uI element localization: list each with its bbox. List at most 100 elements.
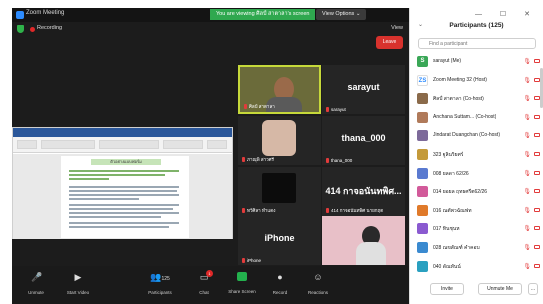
participant-row[interactable]: 016 ณตัพวฉัณฟท 🎙 [417, 204, 543, 219]
ribbon-group [99, 140, 159, 149]
participant-row[interactable]: 028 ณขสัณฑ์ คำคอบ 🎙 [417, 241, 543, 256]
video-tile[interactable]: ทวีศิลา ทำแดง [238, 167, 321, 216]
participant-row[interactable]: 323 ฐูลินริยศร์ 🎙 [417, 148, 543, 163]
tile-display-name: sarayut [347, 82, 380, 92]
avatar [417, 130, 428, 142]
muted-mic-icon [242, 208, 245, 213]
muted-mic-icon[interactable]: 🎙 [523, 263, 531, 270]
tile-name: sarayut [326, 107, 346, 112]
video-tile[interactable]: iPhone iPhone [238, 216, 321, 265]
video-off-icon[interactable] [534, 133, 540, 138]
window-controls[interactable]: — ☐ ✕ [475, 10, 538, 18]
muted-mic-icon[interactable]: 🎙 [523, 77, 531, 84]
video-off-icon[interactable] [534, 189, 540, 194]
record-icon: ● [277, 272, 283, 282]
view-options-button[interactable]: View Options ⌄ [316, 9, 367, 20]
text-line [69, 190, 177, 192]
participant-row[interactable]: ZS Zoom Meeting 32 (Host) 🎙 [417, 74, 543, 89]
video-off-icon[interactable] [534, 245, 540, 249]
muted-mic-icon[interactable]: 🎙 [523, 207, 531, 214]
more-button[interactable]: ... [528, 283, 538, 295]
participant-search-input[interactable] [418, 38, 536, 49]
video-tile[interactable]: thana_000 thana_000 [322, 116, 405, 165]
participant-row[interactable]: Anchana Suttam... (Co-host) 🎙 [417, 111, 543, 126]
video-tile[interactable]: ภาณุพิ สาวศรี [238, 116, 321, 165]
participant-row[interactable]: 014 ยอยล ฤทธศรีต62/26 🎙 [417, 185, 543, 200]
word-title-bar [13, 128, 232, 137]
tile-name: 414 กาจอนันทพิศ นายกฤต [326, 207, 383, 214]
participant-row[interactable]: Ssarayut (Me) 🎙 [417, 55, 543, 70]
tile-name: ศิลป์ สาตาลา [244, 103, 275, 110]
participants-icon: 👥125 [150, 272, 170, 282]
chat-badge: 1 [206, 270, 213, 277]
video-off-icon[interactable] [534, 152, 540, 156]
video-off-icon[interactable] [534, 170, 540, 175]
muted-mic-icon [242, 258, 245, 263]
chat-button[interactable]: ▭ 1 Chat [184, 270, 224, 295]
participant-row[interactable]: ศิลป์ สาตาลา (Co-host) 🎙 [417, 92, 543, 107]
ribbon-group [41, 140, 95, 149]
meeting-toolbar: 🎤 Unmute ▶ Start Video 👥125 Participants… [12, 266, 409, 304]
text-line [69, 170, 179, 172]
muted-mic-icon[interactable]: 🎙 [523, 151, 531, 158]
video-off-icon[interactable] [534, 114, 540, 119]
participants-button[interactable]: 👥125 Participants [140, 272, 180, 295]
recording-label[interactable]: Recording [37, 25, 62, 31]
participant-row[interactable]: 008 ยลดา 62/26 🎙 [417, 167, 543, 182]
security-shield-icon[interactable] [17, 25, 24, 33]
video-off-icon[interactable] [534, 59, 540, 63]
muted-mic-icon[interactable]: 🎙 [523, 114, 531, 121]
avatar [417, 167, 428, 179]
muted-mic-icon[interactable]: 🎙 [523, 58, 531, 65]
tile-name: ภาณุพิ สาวศรี [242, 156, 274, 163]
video-tile[interactable]: 414 กาจอนันทพิศ... 414 กาจอนันทพิศ นายกฤ… [322, 167, 405, 216]
muted-mic-icon[interactable]: 🎙 [523, 244, 531, 251]
participant-name: 016 ณตัพวฉัณฟท [433, 207, 472, 214]
sharing-banner: You are viewing ศิลป์ สาตาลา's screen [210, 9, 316, 20]
leave-button[interactable]: Leave [376, 36, 403, 49]
tile-name: thana_000 [326, 158, 352, 163]
participant-name: 323 ฐูลินริยศร์ [433, 152, 464, 158]
participant-video [356, 242, 386, 265]
invite-button[interactable]: Invite [430, 283, 464, 295]
participant-row[interactable]: 017 ทินชุนห 🎙 [417, 222, 543, 237]
zoom-logo-icon [16, 11, 24, 19]
muted-mic-icon[interactable]: 🎙 [523, 225, 531, 232]
view-button[interactable]: View [391, 25, 403, 31]
reactions-button[interactable]: ☺ Reactions [298, 272, 338, 295]
muted-mic-icon[interactable]: 🎙 [523, 132, 531, 139]
record-button[interactable]: ● Record [260, 272, 300, 295]
share-screen-button[interactable]: Share Screen [222, 272, 262, 294]
text-line [69, 222, 179, 224]
video-off-icon[interactable] [534, 263, 540, 268]
video-off-icon[interactable] [534, 226, 540, 231]
participant-row[interactable]: Jindarat Duangchan (Co-host) 🎙 [417, 129, 543, 144]
muted-mic-icon[interactable]: 🎙 [523, 95, 531, 102]
muted-mic-icon [326, 158, 329, 163]
avatar: S [417, 56, 428, 67]
participant-name: 017 ทินชุนห [433, 226, 460, 233]
share-screen-icon [237, 272, 247, 281]
participant-video [262, 173, 296, 203]
video-tile[interactable]: sarayut sarayut [322, 65, 405, 114]
muted-mic-icon[interactable]: 🎙 [523, 188, 531, 195]
document-area: ตัวอย่างแบบฟอร์ม [13, 154, 232, 239]
video-tile[interactable] [322, 216, 405, 265]
panel-title: Participants (125) [449, 22, 504, 29]
participant-row[interactable]: 040 ดัณทันน์ 🎙 [417, 260, 543, 275]
start-video-button[interactable]: ▶ Start Video [58, 272, 98, 295]
participant-name: Jindarat Duangchan (Co-host) [433, 132, 500, 139]
video-tile[interactable]: ศิลป์ สาตาลา [238, 65, 321, 114]
avatar [417, 149, 428, 160]
video-off-icon[interactable] [534, 207, 540, 212]
participant-name: 008 ยลดา 62/26 [433, 170, 469, 177]
shared-screen[interactable]: ตัวอย่างแบบฟอร์ม [12, 127, 233, 239]
muted-mic-icon [244, 104, 247, 109]
participant-name: Zoom Meeting 32 (Host) [433, 76, 487, 83]
participants-panel: — ☐ ✕ ⌄ Participants (125) ⌕ Ssarayut (M… [409, 8, 543, 304]
muted-mic-icon[interactable]: 🎙 [523, 170, 531, 177]
unmute-me-button[interactable]: Unmute Me [478, 283, 522, 295]
unmute-button[interactable]: 🎤 Unmute [16, 272, 56, 295]
zoom-meeting-window: Zoom Meeting You are viewing ศิลป์ สาตาล… [12, 8, 409, 304]
video-camera-icon: ▶ [74, 272, 82, 282]
